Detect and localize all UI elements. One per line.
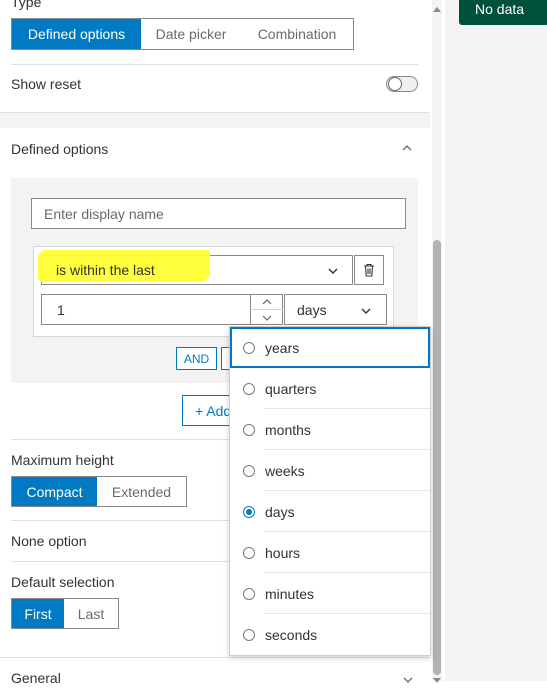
unit-option-weeks[interactable]: weeks <box>230 450 430 491</box>
unit-option-seconds[interactable]: seconds <box>230 614 430 655</box>
radio-icon <box>243 587 255 600</box>
type-option-defined[interactable]: Defined options <box>12 19 141 49</box>
general-title[interactable]: General <box>11 670 61 686</box>
unit-option-quarters[interactable]: quarters <box>230 368 430 409</box>
unit-option-label: days <box>265 503 295 520</box>
unit-value: days <box>297 301 327 318</box>
default-selection-option-first[interactable]: First <box>12 599 64 628</box>
chevron-down-icon <box>360 304 372 316</box>
radio-icon <box>243 341 255 354</box>
divider <box>11 520 231 521</box>
unit-option-label: months <box>265 421 311 438</box>
unit-dropdown-list: years quarters months weeks days hours m… <box>229 326 431 656</box>
default-selection-label: Default selection <box>11 574 115 590</box>
unit-option-label: years <box>265 339 300 356</box>
number-input[interactable]: 1 <box>41 294 283 325</box>
section-gap <box>0 113 430 128</box>
divider <box>11 439 231 440</box>
and-button[interactable]: AND <box>176 347 217 370</box>
divider <box>11 561 231 562</box>
maximum-height-label: Maximum height <box>11 452 114 468</box>
radio-selected-icon <box>243 505 255 518</box>
chevron-up-icon[interactable] <box>400 141 414 155</box>
chevron-down-icon <box>262 315 272 321</box>
scroll-down-arrow-icon[interactable] <box>433 672 441 683</box>
maximum-height-segmented-control: Compact Extended <box>11 476 187 507</box>
default-selection-option-last[interactable]: Last <box>64 599 118 628</box>
default-selection-segmented-control: First Last <box>11 598 119 629</box>
unit-option-days[interactable]: days <box>230 491 430 532</box>
type-segmented-control: Defined options Date picker Combination <box>11 18 354 50</box>
unit-option-minutes[interactable]: minutes <box>230 573 430 614</box>
trash-icon <box>364 263 374 277</box>
stepper-down-button[interactable] <box>250 310 283 325</box>
type-option-date-picker[interactable]: Date picker <box>141 19 241 49</box>
unit-option-label: quarters <box>265 380 317 397</box>
preview-area <box>445 0 547 681</box>
display-name-placeholder: Enter display name <box>44 205 164 222</box>
unit-option-years[interactable]: years <box>230 327 430 368</box>
max-height-option-compact[interactable]: Compact <box>12 477 97 506</box>
radio-icon <box>243 423 255 436</box>
chevron-down-icon <box>327 264 339 276</box>
radio-icon <box>243 464 255 477</box>
chevron-down-icon[interactable] <box>402 672 414 683</box>
toggle-knob <box>388 77 402 91</box>
radio-icon <box>243 382 255 395</box>
add-option-label: + Add <box>195 402 232 419</box>
show-reset-toggle[interactable] <box>386 76 418 92</box>
none-option-label: None option <box>11 533 87 549</box>
and-label: AND <box>183 351 210 366</box>
delete-condition-button[interactable] <box>354 255 384 285</box>
type-option-combination[interactable]: Combination <box>241 19 353 49</box>
unit-option-hours[interactable]: hours <box>230 532 430 573</box>
scroll-up-arrow-icon[interactable] <box>433 0 441 12</box>
display-name-input[interactable]: Enter display name <box>31 198 406 229</box>
divider <box>0 657 430 658</box>
show-reset-label: Show reset <box>11 76 82 92</box>
unit-option-label: weeks <box>265 462 305 479</box>
scrollbar-thumb[interactable] <box>433 240 441 675</box>
unit-option-label: minutes <box>265 585 315 602</box>
stepper-up-button[interactable] <box>250 294 283 310</box>
unit-option-label: seconds <box>265 626 318 643</box>
no-data-label: No data <box>475 0 525 17</box>
defined-options-title: Defined options <box>11 141 109 157</box>
number-value: 1 <box>57 301 65 318</box>
operator-value: is within the last <box>56 262 155 278</box>
radio-icon <box>243 546 255 559</box>
no-data-badge: No data <box>459 0 547 25</box>
divider <box>11 64 418 65</box>
radio-icon <box>243 628 255 641</box>
chevron-up-icon <box>262 298 272 304</box>
unit-option-months[interactable]: months <box>230 409 430 450</box>
max-height-option-extended[interactable]: Extended <box>97 477 186 506</box>
unit-option-label: hours <box>265 544 301 561</box>
type-label: Type <box>11 0 42 10</box>
